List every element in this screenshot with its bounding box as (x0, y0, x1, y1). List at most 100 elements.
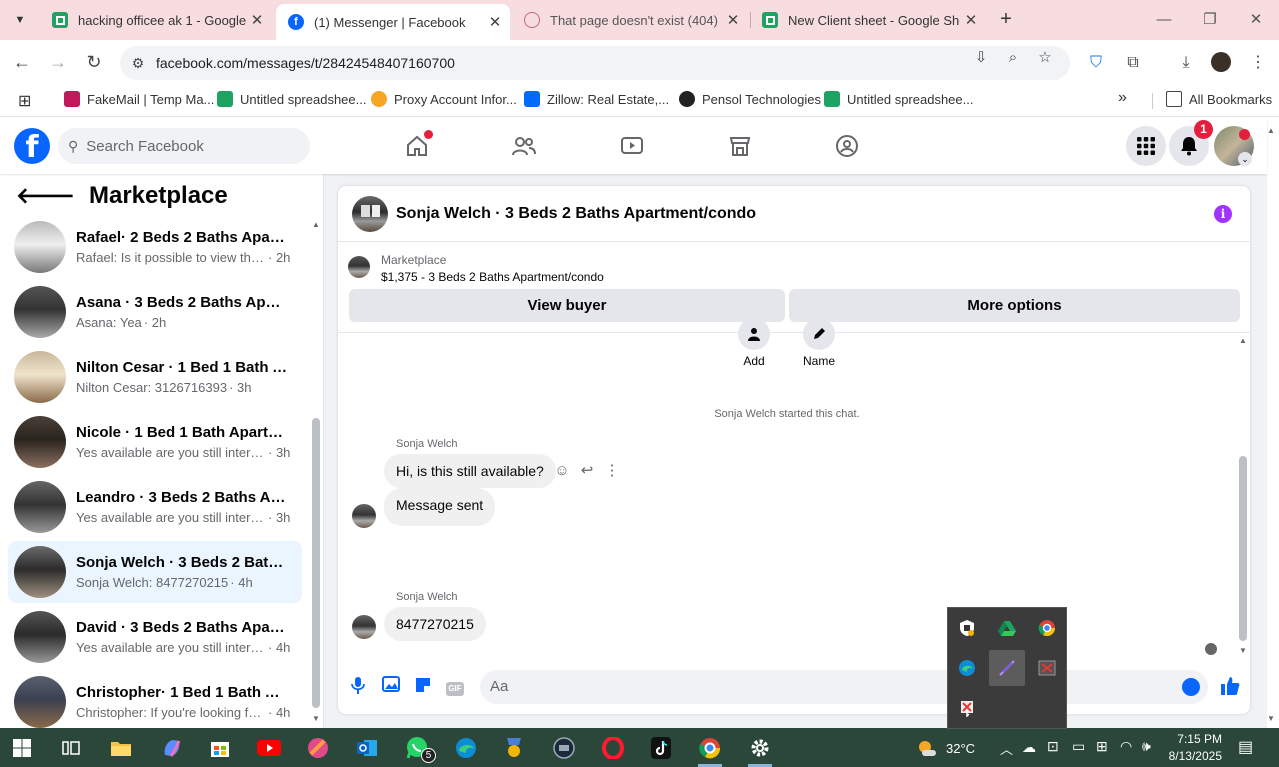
chrome-taskbar-icon[interactable] (694, 732, 726, 767)
conversation-item[interactable]: Leandro · 3 Beds 2 Baths Apart... Yes ava… (8, 476, 302, 538)
info-icon[interactable]: i (1214, 205, 1232, 223)
tab-search-button[interactable]: ▼ (6, 8, 34, 32)
temperature[interactable]: 32°C (946, 741, 975, 756)
groups-nav-icon[interactable] (831, 132, 863, 160)
volume-icon[interactable]: 🕪 (1142, 738, 1151, 755)
emoji-icon[interactable] (1182, 678, 1200, 696)
extensions-icon[interactable]: ⧉ (1122, 52, 1144, 74)
bookmark-fakemail[interactable]: FakeMail | Temp Ma... (64, 91, 214, 107)
notifications-button[interactable]: 1 (1169, 120, 1213, 166)
restore-icon[interactable]: ❐ (1198, 8, 1222, 32)
chrome-menu-icon[interactable]: ⋮ (1247, 52, 1269, 74)
blocked-app-icon[interactable] (949, 690, 985, 726)
zoom-icon[interactable]: ⌕ (1004, 49, 1022, 67)
conversation-item[interactable]: Nicole · 1 Bed 1 Bath Apartment... Yes av… (8, 411, 302, 473)
sidebar-scrollbar[interactable] (312, 418, 320, 708)
react-emoji-icon[interactable]: ☺ (552, 461, 572, 481)
clock-time[interactable]: 7:15 PM (1170, 732, 1222, 746)
marketplace-nav-icon[interactable] (724, 132, 756, 160)
sender-avatar[interactable] (352, 615, 376, 639)
close-tab-icon[interactable]: ✕ (484, 13, 506, 31)
youtube-icon[interactable] (253, 732, 285, 764)
clock-date[interactable]: 8/13/2025 (1166, 749, 1222, 763)
tab-new-client-sheet[interactable]: New Client sheet - Google Shee ✕ (750, 0, 986, 40)
menu-grid-button[interactable] (1126, 126, 1166, 166)
tab-messenger-facebook[interactable]: f (1) Messenger | Facebook ✕ (276, 4, 510, 40)
more-options-button[interactable]: More options (789, 289, 1240, 322)
bookmark-star-icon[interactable]: ☆ (1036, 49, 1054, 67)
close-tab-icon[interactable]: ✕ (960, 11, 982, 29)
add-contact-icon[interactable] (738, 318, 770, 350)
security-shield-icon[interactable] (949, 610, 985, 646)
conversation-item[interactable]: Sonja Welch · 3 Beds 2 Baths Ap... Sonja … (8, 541, 302, 603)
view-buyer-button[interactable]: View buyer (349, 289, 785, 322)
forward-icon[interactable]: → (46, 50, 70, 74)
windows-start-icon[interactable] (6, 732, 38, 764)
settings-gear-icon[interactable] (744, 732, 776, 767)
contact-avatar[interactable] (352, 195, 388, 232)
photo-icon[interactable] (380, 676, 402, 698)
file-explorer-icon[interactable] (105, 732, 137, 764)
google-drive-icon[interactable] (989, 610, 1025, 646)
close-tab-icon[interactable]: ✕ (246, 11, 268, 29)
bookmark-proxy-account[interactable]: Proxy Account Infor... (371, 91, 517, 107)
scroll-up-arrow[interactable]: ▲ (1239, 336, 1247, 345)
facebook-logo[interactable]: f (14, 128, 50, 165)
search-facebook-input[interactable]: ⚲ Search Facebook (58, 128, 310, 164)
chat-title[interactable]: Sonja Welch · 3 Beds 2 Baths Apartment/c… (396, 205, 756, 223)
gif-icon[interactable]: GIF (444, 676, 466, 698)
account-avatar[interactable]: ⌄ (1214, 126, 1254, 166)
vpn-icon[interactable]: ⊞ (1096, 738, 1108, 755)
whatsapp-icon[interactable]: 5 (401, 732, 436, 764)
copilot-icon[interactable] (156, 732, 188, 764)
trophy-app-icon[interactable] (498, 732, 530, 764)
downloads-icon[interactable]: ⤓ (1175, 52, 1197, 74)
listing-title[interactable]: $1,375 - 3 Beds 2 Baths Apartment/condo (381, 270, 604, 284)
thumbs-up-icon[interactable] (1219, 676, 1241, 698)
friends-nav-icon[interactable] (508, 132, 540, 160)
conversation-item[interactable]: David · 3 Beds 2 Baths Apartme... Yes ava… (8, 606, 302, 668)
scroll-up-arrow[interactable]: ▲ (312, 220, 320, 229)
site-info-icon[interactable]: ⚙ (120, 55, 156, 72)
edge-taskbar-icon[interactable] (450, 732, 482, 764)
network-icon[interactable]: ◠ (1120, 738, 1132, 755)
weather-icon[interactable] (911, 732, 943, 764)
edge-icon[interactable] (949, 650, 985, 686)
opera-icon[interactable] (597, 732, 629, 764)
reload-icon[interactable]: ↻ (82, 50, 106, 74)
battery-icon[interactable]: ▭ (1072, 738, 1085, 755)
more-actions-icon[interactable]: ⋮ (602, 461, 622, 481)
colorful-app-icon[interactable] (302, 732, 334, 764)
more-bookmarks-icon[interactable]: » (1118, 89, 1127, 107)
conversation-item[interactable]: Nilton Cesar · 1 Bed 1 Bath Apar... Nilto… (8, 346, 302, 408)
chat-scrollbar[interactable] (1239, 456, 1247, 641)
sticker-icon[interactable] (412, 676, 434, 698)
all-bookmarks-button[interactable]: All Bookmarks (1166, 91, 1272, 107)
conversation-item[interactable]: Asana · 3 Beds 2 Baths Apartme... Asana: … (8, 281, 302, 343)
bookmark-untitled-spreadsheet-2[interactable]: Untitled spreadshee... (824, 91, 973, 107)
address-bar[interactable]: ⚙ facebook.com/messages/t/28424548407160… (120, 46, 1070, 80)
tab-hacking-officee[interactable]: hacking officee ak 1 - Google S ✕ (40, 0, 272, 40)
message-bubble[interactable]: 8477270215 (384, 607, 486, 641)
close-window-icon[interactable]: ✕ (1244, 8, 1268, 32)
message-bubble[interactable]: Message sent (384, 488, 496, 526)
close-tab-icon[interactable]: ✕ (722, 11, 744, 29)
conversation-item[interactable]: Rafael· 2 Beds 2 Baths Apartme... Rafael:… (8, 216, 302, 278)
bookmark-pensol[interactable]: Pensol Technologies (679, 91, 821, 107)
tiktok-icon[interactable] (645, 732, 677, 764)
new-tab-button[interactable]: + (994, 8, 1018, 32)
chrome-icon[interactable] (1029, 610, 1065, 646)
sender-avatar[interactable] (352, 504, 376, 528)
task-view-icon[interactable] (55, 732, 87, 764)
feather-pen-icon[interactable] (989, 650, 1025, 686)
microsoft-store-icon[interactable] (204, 732, 236, 764)
network-error-icon[interactable] (1029, 650, 1065, 686)
page-scroll-down-arrow[interactable]: ▼ (1267, 714, 1275, 723)
page-scroll-up-arrow[interactable]: ▲ (1267, 126, 1275, 135)
vpn-shield-icon[interactable]: ⛉ (1085, 52, 1107, 74)
show-hidden-icons-chevron[interactable]: ︿ (1000, 739, 1013, 758)
home-nav-icon[interactable] (401, 130, 433, 160)
edit-name-icon[interactable] (803, 318, 835, 350)
onedrive-icon[interactable]: ☁ (1022, 739, 1036, 756)
video-nav-icon[interactable] (616, 132, 648, 160)
